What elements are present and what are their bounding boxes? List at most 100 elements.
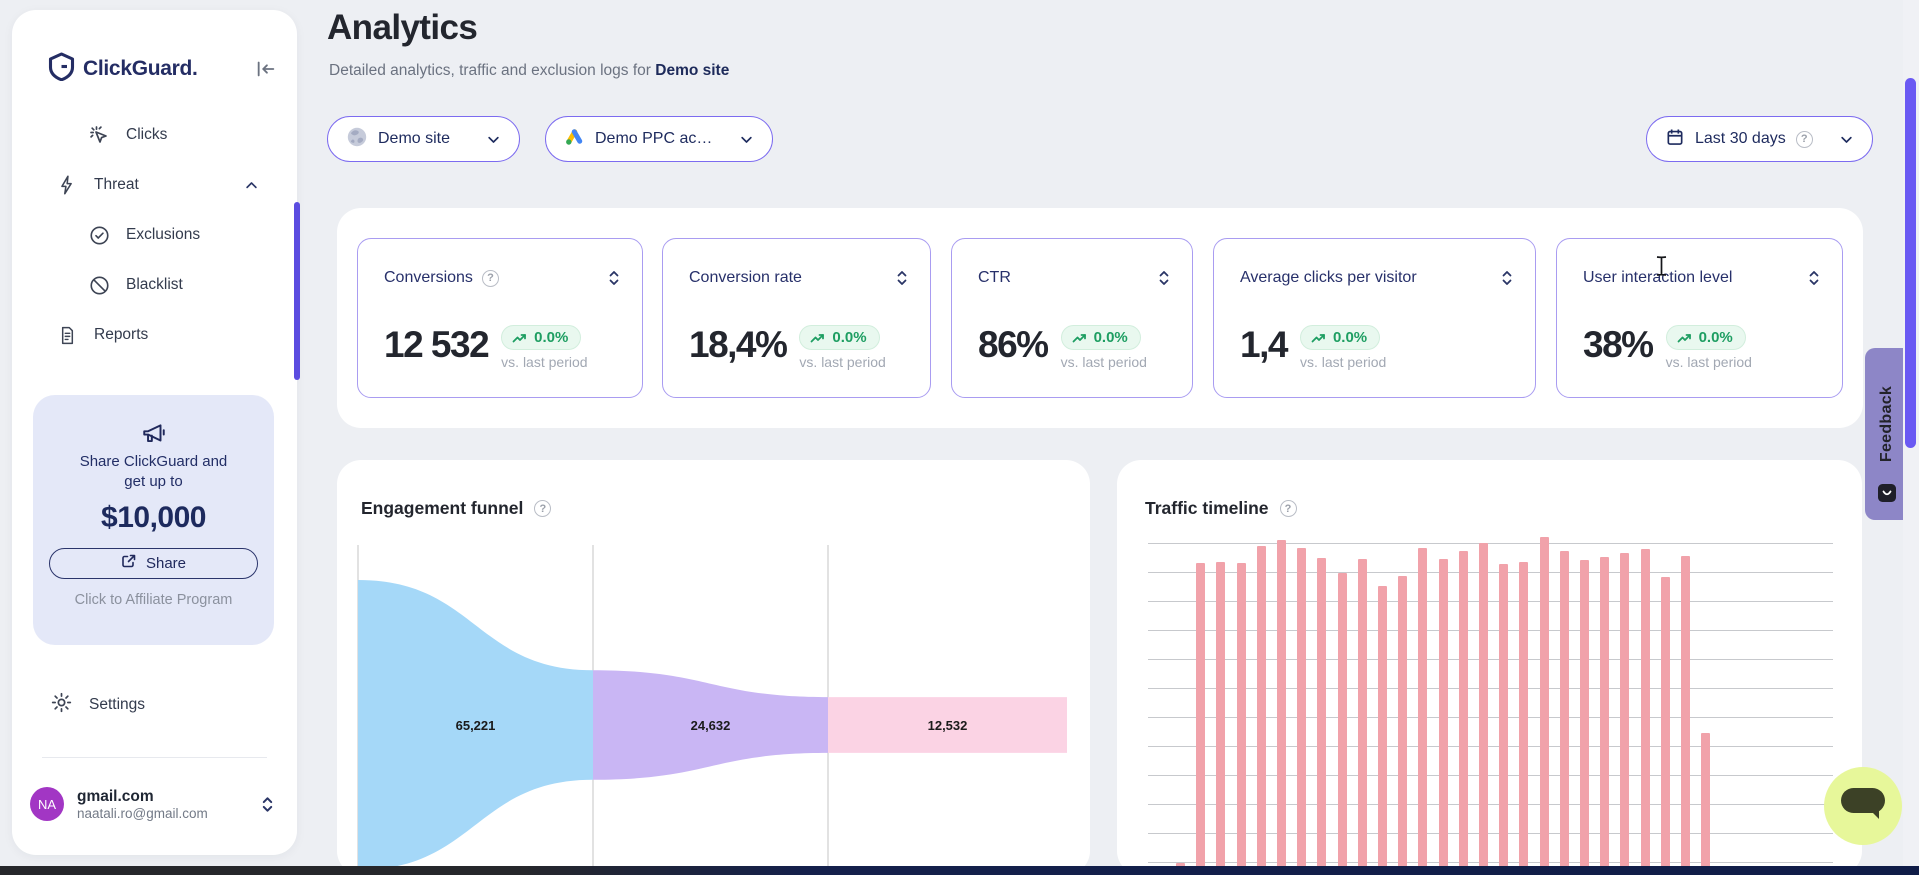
clickguard-logo: ClickGuard. (48, 52, 198, 86)
kpi-value: 38% (1583, 325, 1653, 366)
chevron-up-down-icon (261, 796, 274, 813)
sidebar-item-settings[interactable]: Settings (50, 691, 145, 719)
sort-metric-icon[interactable] (1158, 270, 1170, 286)
sidebar-item-exclusions[interactable]: Exclusions (12, 210, 297, 260)
change-badge: 0.0% (1061, 325, 1141, 350)
traffic-bar (1661, 577, 1670, 875)
page-scrollbar-thumb[interactable] (1905, 78, 1916, 448)
share-button[interactable]: Share (49, 548, 258, 579)
document-icon (55, 324, 79, 347)
change-badge: 0.0% (501, 325, 581, 350)
traffic-bar (1701, 733, 1710, 875)
kpi-header: User interaction level (1557, 239, 1842, 287)
site-selector-dropdown[interactable]: Demo site (327, 116, 520, 162)
kpi-value: 1,4 (1240, 325, 1287, 366)
nav-section-indicator (294, 202, 300, 380)
funnel-stage-value: 12,532 (928, 718, 968, 733)
kpi-value-row: 1,4 0.0% vs. last period (1240, 325, 1386, 370)
sidebar-item-reports[interactable]: Reports (12, 310, 297, 360)
affiliate-program-link[interactable]: Click to Affiliate Program (33, 592, 274, 608)
traffic-bar (1216, 562, 1225, 875)
sidebar: ClickGuard. Clicks Threat Exclusions Blackl… (12, 10, 297, 855)
clickguard-shield-icon (48, 52, 75, 86)
sidebar-item-label: Threat (94, 176, 139, 194)
timeline-title-text: Traffic timeline (1145, 498, 1269, 519)
traffic-bar (1277, 540, 1286, 875)
funnel-chart-title: Engagement funnel ? (361, 498, 551, 519)
traffic-bar (1378, 586, 1387, 875)
megaphone-icon (139, 421, 169, 447)
ppc-account-dropdown[interactable]: Demo PPC ac… (545, 116, 773, 162)
sort-metric-icon[interactable] (1808, 270, 1820, 286)
traffic-bar (1600, 557, 1609, 875)
trend-up-icon (1677, 332, 1693, 344)
sidebar-item-blacklist[interactable]: Blacklist (12, 260, 297, 310)
sidebar-item-clicks[interactable]: Clicks (12, 110, 297, 160)
kpi-card-conversion-rate: Conversion rate 18,4% 0.0% vs. last period (662, 238, 931, 398)
page-scrollbar-track[interactable] (1903, 0, 1919, 875)
trend-up-icon (512, 332, 528, 344)
traffic-bar (1540, 537, 1549, 875)
kpi-value-row: 38%0.0%vs. last period (1583, 325, 1752, 370)
share-button-label: Share (146, 555, 186, 572)
account-switcher[interactable]: NA gmail.com naatali.ro@gmail.com (30, 787, 280, 821)
help-icon[interactable]: ? (1280, 500, 1297, 517)
sidebar-item-label: Exclusions (126, 226, 200, 244)
date-range-value: Last 30 days (1695, 130, 1786, 148)
kpi-header: Conversions? (358, 239, 642, 287)
traffic-bar (1317, 558, 1326, 875)
traffic-timeline-chart (1148, 537, 1838, 875)
trend-up-icon (810, 332, 826, 344)
help-icon[interactable]: ? (482, 270, 499, 287)
help-icon[interactable]: ? (1796, 131, 1813, 148)
google-ads-icon (564, 127, 585, 151)
kpi-label: Conversions (384, 269, 473, 287)
chevron-down-icon (1839, 132, 1854, 147)
collapse-sidebar-icon[interactable] (255, 59, 277, 79)
promo-text-line1: Share ClickGuard and (33, 452, 274, 472)
traffic-bar (1620, 553, 1629, 875)
kpi-label: Average clicks per visitor (1240, 269, 1417, 287)
sidebar-item-threat[interactable]: Threat (12, 160, 297, 210)
sort-metric-icon[interactable] (608, 270, 620, 286)
funnel-stage-value: 24,632 (691, 718, 731, 733)
chevron-up-icon[interactable] (244, 178, 259, 193)
lightning-icon (55, 173, 79, 197)
traffic-bar (1418, 548, 1427, 875)
sidebar-nav: Clicks Threat Exclusions BlacklistReports (12, 110, 297, 360)
avatar: NA (30, 787, 64, 821)
kpi-label: CTR (978, 269, 1011, 287)
sort-metric-icon[interactable] (1501, 270, 1513, 286)
sort-metric-icon[interactable] (896, 270, 908, 286)
traffic-bar (1459, 551, 1468, 875)
traffic-bar (1681, 556, 1690, 875)
traffic-bar (1499, 564, 1508, 875)
gear-icon (50, 691, 73, 719)
change-badge: 0.0% (799, 325, 879, 350)
help-icon[interactable]: ? (534, 500, 551, 517)
traffic-bar (1297, 548, 1306, 875)
traffic-bar (1237, 563, 1246, 875)
kpi-header: CTR (952, 239, 1192, 287)
kpi-value-row: 18,4% 0.0% vs. last period (689, 325, 886, 370)
trend-up-icon (1072, 332, 1088, 344)
traffic-bar (1560, 551, 1569, 875)
engagement-funnel-card: Engagement funnel ? 65,22124,63212,532 (337, 460, 1090, 875)
kpi-card-user-interaction-level: User interaction level 38%0.0%vs. last pe… (1556, 238, 1843, 398)
text-cursor (1655, 255, 1668, 282)
date-range-dropdown[interactable]: Last 30 days ? (1646, 116, 1873, 162)
affiliate-promo-card: Share ClickGuard and get up to $10,000 S… (33, 395, 274, 645)
chat-bubble-icon (1839, 786, 1887, 827)
kpi-panel: Conversions?12 5320.0%vs. last periodCon… (337, 208, 1863, 428)
account-name: gmail.com (77, 787, 208, 806)
compare-label: vs. last period (1061, 354, 1147, 370)
compare-label: vs. last period (1300, 354, 1386, 370)
change-badge: 0.0% (1300, 325, 1380, 350)
kpi-value: 18,4% (689, 325, 786, 366)
kpi-label: Conversion rate (689, 269, 802, 287)
compare-label: vs. last period (799, 354, 885, 370)
page-subtitle: Detailed analytics, traffic and exclusio… (329, 62, 729, 80)
chat-widget-button[interactable] (1824, 767, 1902, 845)
subtitle-text: Detailed analytics, traffic and exclusio… (329, 62, 655, 79)
chart-gridlines (1148, 543, 1833, 864)
